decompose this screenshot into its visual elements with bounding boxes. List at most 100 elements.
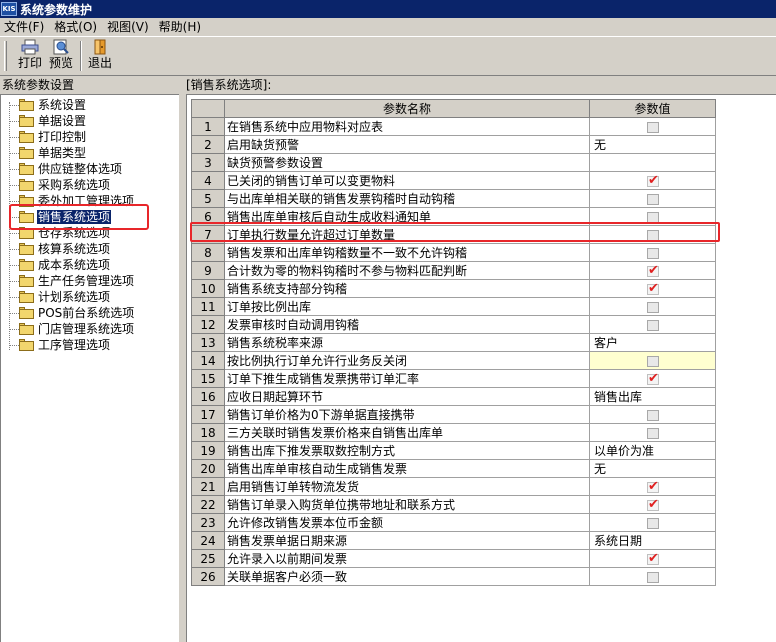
preview-button[interactable]: 预览 <box>46 39 76 73</box>
table-row[interactable]: 11 订单按比例出库 <box>191 297 716 316</box>
checkbox-checked[interactable] <box>647 551 659 566</box>
parameter-value[interactable] <box>589 567 716 586</box>
column-header-name[interactable]: 参数名称 <box>224 99 590 118</box>
tree-connector <box>9 312 19 314</box>
table-row[interactable]: 20 销售出库单审核自动生成销售发票无 <box>191 459 716 478</box>
tree-item[interactable]: POS前台系统选项 <box>9 305 135 321</box>
checkbox-unchecked[interactable] <box>647 121 659 133</box>
checkbox-unchecked[interactable] <box>647 517 659 529</box>
tree-item[interactable]: 生产任务管理选项 <box>9 273 135 289</box>
parameter-value[interactable]: 系统日期 <box>589 531 716 550</box>
checkbox-unchecked[interactable] <box>647 247 659 259</box>
tree-item[interactable]: 系统设置 <box>9 97 87 113</box>
table-row[interactable]: 7 订单执行数量允许超过订单数量 <box>191 225 716 244</box>
table-row[interactable]: 19 销售出库下推发票取数控制方式 以单价为准 <box>191 441 716 460</box>
checkbox-checked[interactable] <box>647 479 659 494</box>
tree-item[interactable]: 仓存系统选项 <box>9 225 111 241</box>
parameter-value[interactable] <box>589 261 716 280</box>
checkbox-checked[interactable] <box>647 263 659 278</box>
table-row[interactable]: 21 启用销售订单转物流发货 <box>191 477 716 496</box>
parameter-value[interactable] <box>589 243 716 262</box>
parameter-value[interactable]: 无 <box>589 459 716 478</box>
panel-splitter[interactable] <box>179 76 185 642</box>
parameter-value[interactable] <box>589 117 716 136</box>
exit-button[interactable]: 退出 <box>86 39 114 73</box>
parameter-value[interactable]: 以单价为准 <box>589 441 716 460</box>
checkbox-unchecked[interactable] <box>647 193 659 205</box>
column-header-value[interactable]: 参数值 <box>589 99 716 118</box>
tree-item[interactable]: 供应链整体选项 <box>9 161 123 177</box>
parameter-value[interactable] <box>589 423 716 442</box>
menu-file[interactable]: 文件(F) <box>0 18 50 36</box>
table-row[interactable]: 16 应收日期起算环节 销售出库 <box>191 387 716 406</box>
checkbox-unchecked[interactable] <box>647 301 659 313</box>
menu-help[interactable]: 帮助(H) <box>155 18 207 36</box>
checkbox-unchecked[interactable] <box>647 427 659 439</box>
parameter-value[interactable] <box>589 225 716 244</box>
parameter-value[interactable] <box>589 189 716 208</box>
tree-item[interactable]: 单据类型 <box>9 145 87 161</box>
tree-item[interactable]: 门店管理系统选项 <box>9 321 135 337</box>
table-row[interactable]: 17 销售订单价格为0下游单据直接携带 <box>191 405 716 424</box>
table-row[interactable]: 18 三方关联时销售发票价格来自销售出库单 <box>191 423 716 442</box>
checkbox-unchecked[interactable] <box>647 409 659 421</box>
checkbox-unchecked[interactable] <box>647 211 659 223</box>
parameter-value[interactable] <box>589 351 716 370</box>
table-row[interactable]: 2 启用缺货预警无 <box>191 135 716 154</box>
parameter-value[interactable]: 客户 <box>589 333 716 352</box>
menu-format[interactable]: 格式(O) <box>50 18 103 36</box>
tree-item[interactable]: 采购系统选项 <box>9 177 111 193</box>
table-row[interactable]: 13 销售系统税率来源 客户 <box>191 333 716 352</box>
table-row[interactable]: 14 按比例执行订单允许行业务反关闭 <box>191 351 716 370</box>
table-row[interactable]: 6 销售出库单审核后自动生成收料通知单 <box>191 207 716 226</box>
parameter-value[interactable] <box>589 207 716 226</box>
print-button[interactable]: 打印 <box>16 39 44 73</box>
table-row[interactable]: 5 与出库单相关联的销售发票钩稽时自动钩稽 <box>191 189 716 208</box>
checkbox-checked[interactable] <box>647 281 659 296</box>
table-row[interactable]: 8 销售发票和出库单钩稽数量不一致不允许钩稽 <box>191 243 716 262</box>
checkbox-unchecked[interactable] <box>647 319 659 331</box>
parameter-value[interactable]: 销售出库 <box>589 387 716 406</box>
table-row[interactable]: 4 已关闭的销售订单可以变更物料 <box>191 171 716 190</box>
tree-item[interactable]: 打印控制 <box>9 129 87 145</box>
checkbox-unchecked[interactable] <box>647 229 659 241</box>
parameter-value[interactable] <box>589 405 716 424</box>
table-row[interactable]: 1 在销售系统中应用物料对应表 <box>191 117 716 136</box>
tree-item[interactable]: 销售系统选项 <box>9 209 112 225</box>
tree-item[interactable]: 成本系统选项 <box>9 257 111 273</box>
parameter-value[interactable] <box>589 369 716 388</box>
parameter-value[interactable] <box>589 513 716 532</box>
table-row[interactable]: 25 允许录入以前期间发票 <box>191 549 716 568</box>
parameter-name: 关联单据客户必须一致 <box>224 567 590 586</box>
checkbox-checked[interactable] <box>647 371 659 386</box>
tree-item[interactable]: 单据设置 <box>9 113 87 129</box>
checkbox-unchecked[interactable] <box>647 355 659 367</box>
checkbox-checked[interactable] <box>647 173 659 188</box>
tree-item[interactable]: 工序管理选项 <box>9 337 111 353</box>
table-row[interactable]: 3 缺货预警参数设置 <box>191 153 716 172</box>
parameter-value[interactable] <box>589 171 716 190</box>
table-row[interactable]: 12 发票审核时自动调用钩稽 <box>191 315 716 334</box>
parameter-value[interactable] <box>589 153 716 172</box>
parameter-value[interactable] <box>589 495 716 514</box>
tree-item[interactable]: 计划系统选项 <box>9 289 111 305</box>
table-row[interactable]: 10 销售系统支持部分钩稽 <box>191 279 716 298</box>
parameter-value[interactable] <box>589 297 716 316</box>
menu-view[interactable]: 视图(V) <box>103 18 155 36</box>
table-row[interactable]: 23 允许修改销售发票本位币金额 <box>191 513 716 532</box>
table-row[interactable]: 9 合计数为零的物料钩稽时不参与物料匹配判断 <box>191 261 716 280</box>
parameter-value[interactable] <box>589 477 716 496</box>
table-row[interactable]: 24 销售发票单据日期来源 系统日期 <box>191 531 716 550</box>
parameter-value[interactable]: 无 <box>589 135 716 154</box>
checkbox-checked[interactable] <box>647 497 659 512</box>
table-row[interactable]: 15 订单下推生成销售发票携带订单汇率 <box>191 369 716 388</box>
tree-item[interactable]: 核算系统选项 <box>9 241 111 257</box>
toolbar-grip[interactable] <box>4 41 7 71</box>
table-row[interactable]: 22 销售订单录入购货单位携带地址和联系方式 <box>191 495 716 514</box>
parameter-value[interactable] <box>589 549 716 568</box>
parameter-value[interactable] <box>589 315 716 334</box>
parameter-value[interactable] <box>589 279 716 298</box>
tree-item[interactable]: 委外加工管理选项 <box>9 193 135 209</box>
checkbox-unchecked[interactable] <box>647 571 659 583</box>
table-row[interactable]: 26 关联单据客户必须一致 <box>191 567 716 586</box>
